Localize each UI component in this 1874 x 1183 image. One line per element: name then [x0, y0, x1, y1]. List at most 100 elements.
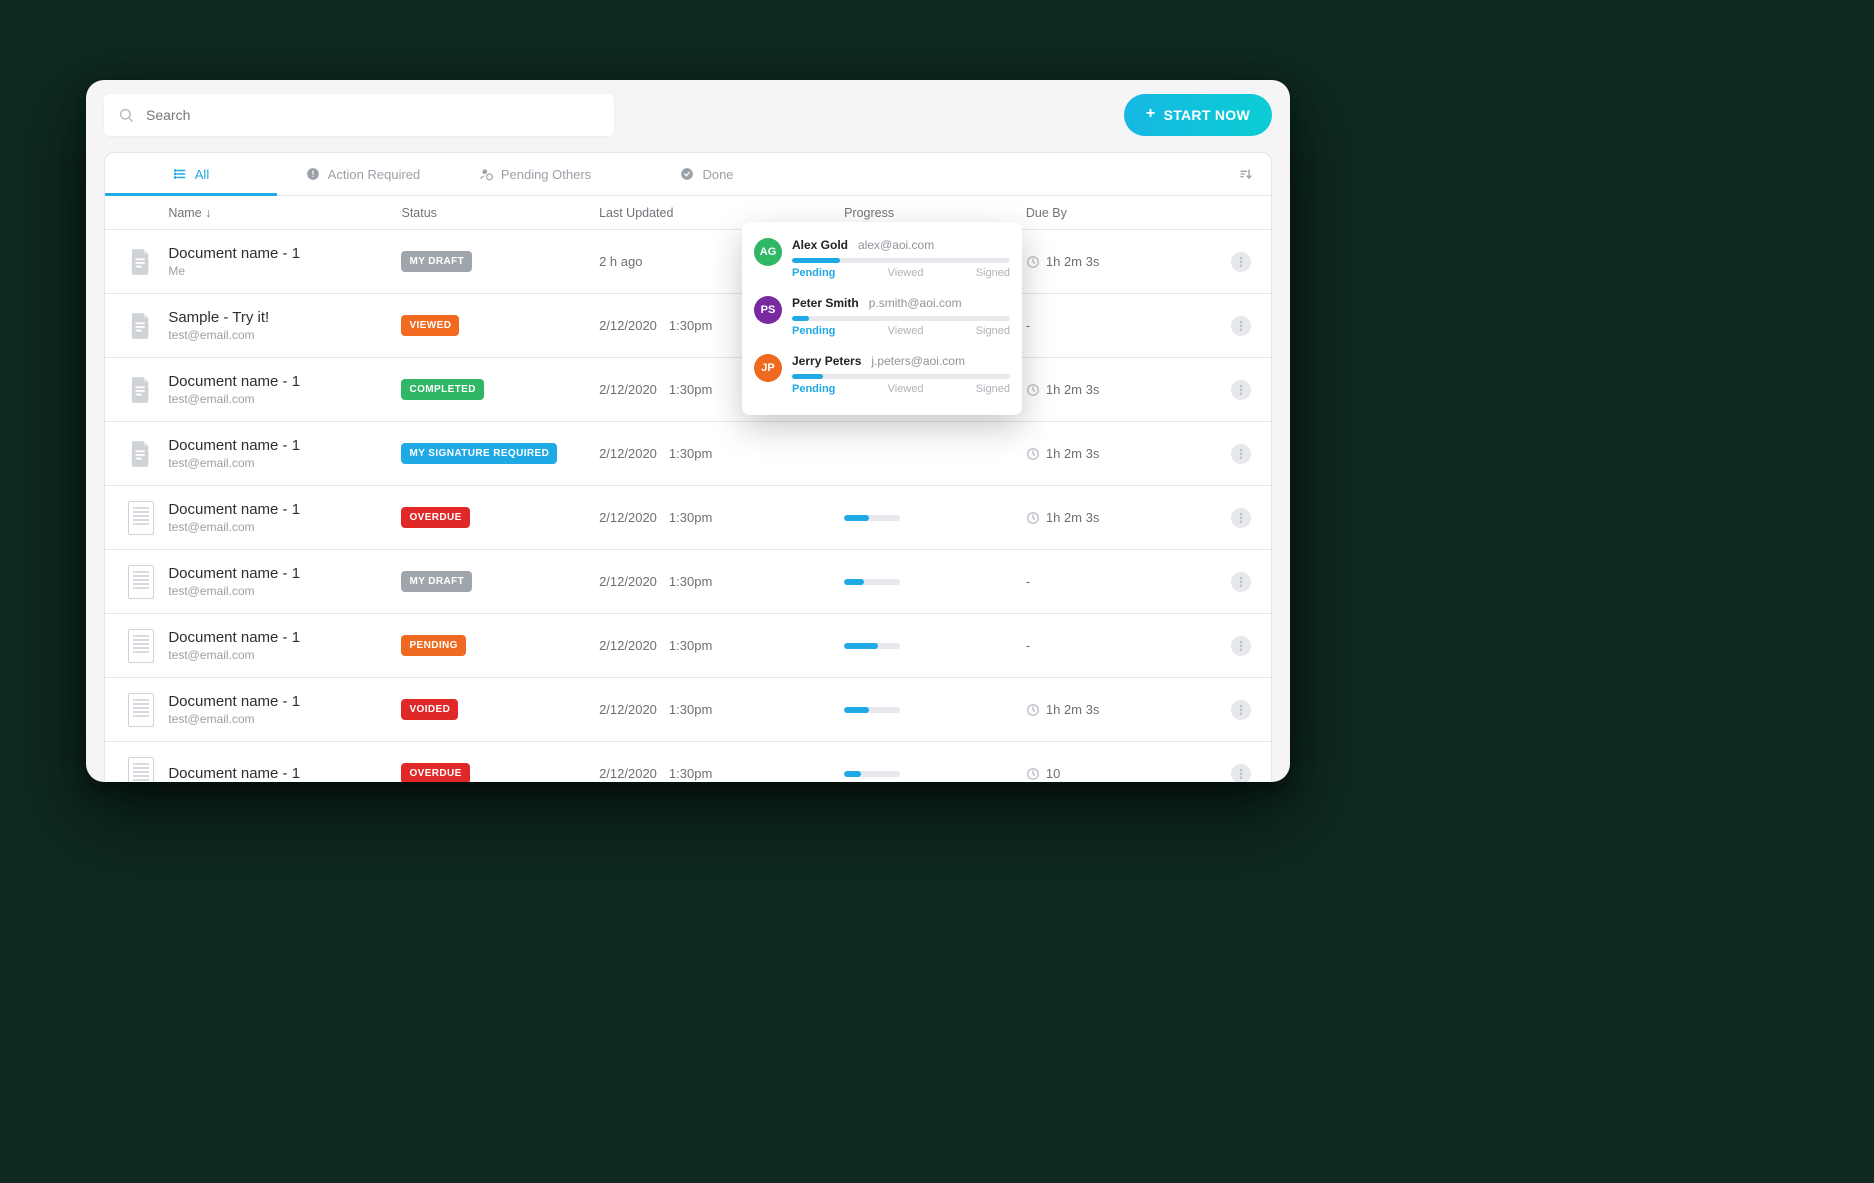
progress-cell[interactable]: [844, 579, 1026, 585]
table-body: Document name - 1MeMY DRAFT2 h ago1h 2m …: [105, 230, 1271, 782]
tab-label: Action Required: [328, 167, 421, 182]
col-name[interactable]: Name ↓: [168, 206, 401, 220]
document-title: Sample - Try it!: [168, 309, 401, 326]
start-now-button[interactable]: + START NOW: [1124, 94, 1272, 136]
step-signed: Signed: [976, 383, 1010, 395]
tab-label: Done: [702, 167, 733, 182]
clock-icon: [1026, 511, 1040, 525]
status-badge: COMPLETED: [401, 379, 483, 400]
search-box[interactable]: [104, 94, 614, 136]
row-actions-cell: [1220, 380, 1263, 400]
status-cell: PENDING: [401, 635, 599, 656]
person-name: Jerry Peters: [792, 354, 861, 368]
document-title: Document name - 1: [168, 765, 401, 782]
clock-icon: [1026, 383, 1040, 397]
row-actions-cell: [1220, 764, 1263, 783]
status-badge: MY SIGNATURE REQUIRED: [401, 443, 557, 464]
document-title: Document name - 1: [168, 693, 401, 710]
row-menu-button[interactable]: [1231, 252, 1251, 272]
status-cell: MY DRAFT: [401, 571, 599, 592]
tabs: All Action Required Pending Others: [105, 153, 1271, 196]
last-updated-cell: 2/12/20201:30pm: [599, 510, 844, 525]
clock-icon: [1026, 767, 1040, 781]
status-badge: PENDING: [401, 635, 465, 656]
table-row[interactable]: Document name - 1MeMY DRAFT2 h ago1h 2m …: [105, 230, 1271, 294]
updated-date: 2/12/2020: [599, 702, 657, 717]
document-from: test@email.com: [168, 328, 401, 342]
search-icon: [118, 107, 134, 123]
updated-date: 2/12/2020: [599, 766, 657, 781]
row-menu-button[interactable]: [1231, 380, 1251, 400]
status-badge: VOIDED: [401, 699, 458, 720]
search-input[interactable]: [144, 106, 600, 124]
document-icon: [113, 313, 168, 339]
status-cell: VIEWED: [401, 315, 599, 336]
last-updated-cell: 2/12/20201:30pm: [599, 702, 844, 717]
row-actions-cell: [1220, 252, 1263, 272]
updated-time: 1:30pm: [669, 510, 712, 525]
row-actions-cell: [1220, 508, 1263, 528]
row-menu-button[interactable]: [1231, 316, 1251, 336]
tab-done[interactable]: Done: [621, 153, 793, 195]
row-menu-button[interactable]: [1231, 572, 1251, 592]
updated-date: 2/12/2020: [599, 574, 657, 589]
list-icon: [173, 167, 187, 181]
table-row[interactable]: Document name - 1test@email.comPENDING 2/…: [105, 614, 1271, 678]
row-menu-button[interactable]: [1231, 444, 1251, 464]
col-progress[interactable]: Progress: [844, 206, 1026, 220]
due-value: -: [1026, 318, 1030, 333]
due-value: 1h 2m 3s: [1046, 382, 1099, 397]
updated-date: 2/12/2020: [599, 446, 657, 461]
document-name-cell: Document name - 1 test@email.com: [168, 437, 401, 470]
tab-pending-others[interactable]: Pending Others: [449, 153, 621, 195]
row-menu-button[interactable]: [1231, 636, 1251, 656]
row-menu-button[interactable]: [1231, 764, 1251, 783]
tab-action-required[interactable]: Action Required: [277, 153, 449, 195]
updated-time: 1:30pm: [669, 766, 712, 781]
document-thumbnail: [113, 501, 168, 535]
check-circle-icon: [680, 167, 694, 181]
progress-cell[interactable]: [844, 643, 1026, 649]
progress-cell[interactable]: [844, 515, 1026, 521]
row-menu-button[interactable]: [1231, 700, 1251, 720]
col-status[interactable]: Status: [401, 206, 599, 220]
progress-cell[interactable]: [844, 707, 1026, 713]
col-last-updated[interactable]: Last Updated: [599, 206, 844, 220]
popover-person: AGAlex Goldalex@aoi.comPendingViewedSign…: [754, 232, 1010, 289]
document-name-cell: Document name - 1test@email.com: [168, 629, 401, 662]
due-cell: 1h 2m 3s: [1026, 254, 1220, 269]
document-from: test@email.com: [168, 520, 401, 534]
progress-bar: [844, 579, 900, 585]
tab-all[interactable]: All: [105, 153, 277, 195]
plus-icon: +: [1146, 105, 1156, 123]
row-actions-cell: [1220, 636, 1263, 656]
col-due-by[interactable]: Due By: [1026, 206, 1220, 220]
table-row[interactable]: Document name - 1test@email.comMY DRAFT2…: [105, 550, 1271, 614]
table-row[interactable]: Document name - 1 test@email.comVOIDED 2/1…: [105, 678, 1271, 742]
status-cell: MY SIGNATURE REQUIRED: [401, 443, 599, 464]
table-row[interactable]: Document name - 1 test@email.comMY SIGNAT…: [105, 422, 1271, 486]
document-thumbnail: [113, 629, 168, 663]
document-from: test@email.com: [168, 456, 401, 470]
step-signed: Signed: [976, 267, 1010, 279]
table-row[interactable]: Sample - Try it! test@email.comVIEWED2/12…: [105, 294, 1271, 358]
document-icon: [113, 441, 168, 467]
due-cell: -: [1026, 574, 1220, 589]
row-menu-button[interactable]: [1231, 508, 1251, 528]
popover-person: JPJerry Petersj.peters@aoi.comPendingVie…: [754, 347, 1010, 405]
document-name-cell: Document name - 1test@email.com: [168, 565, 401, 598]
progress-bar: [844, 515, 900, 521]
document-name-cell: Document name - 1 test@email.com: [168, 693, 401, 726]
table-row[interactable]: Document name - 1test@email.comCOMPLETED…: [105, 358, 1271, 422]
document-from: test@email.com: [168, 712, 401, 726]
table-row[interactable]: Document name - 1test@email.comOVERDUE2/…: [105, 486, 1271, 550]
status-badge: MY DRAFT: [401, 251, 472, 272]
sort-button[interactable]: [1231, 160, 1259, 188]
updated-date: 2/12/2020: [599, 318, 657, 333]
updated-date: 2/12/2020: [599, 382, 657, 397]
progress-cell[interactable]: [844, 771, 1026, 777]
table-row[interactable]: Document name - 1OVERDUE2/12/20201:30pm1…: [105, 742, 1271, 782]
document-title: Document name - 1: [168, 437, 401, 454]
updated-date: 2/12/2020: [599, 638, 657, 653]
document-name-cell: Document name - 1test@email.com: [168, 501, 401, 534]
